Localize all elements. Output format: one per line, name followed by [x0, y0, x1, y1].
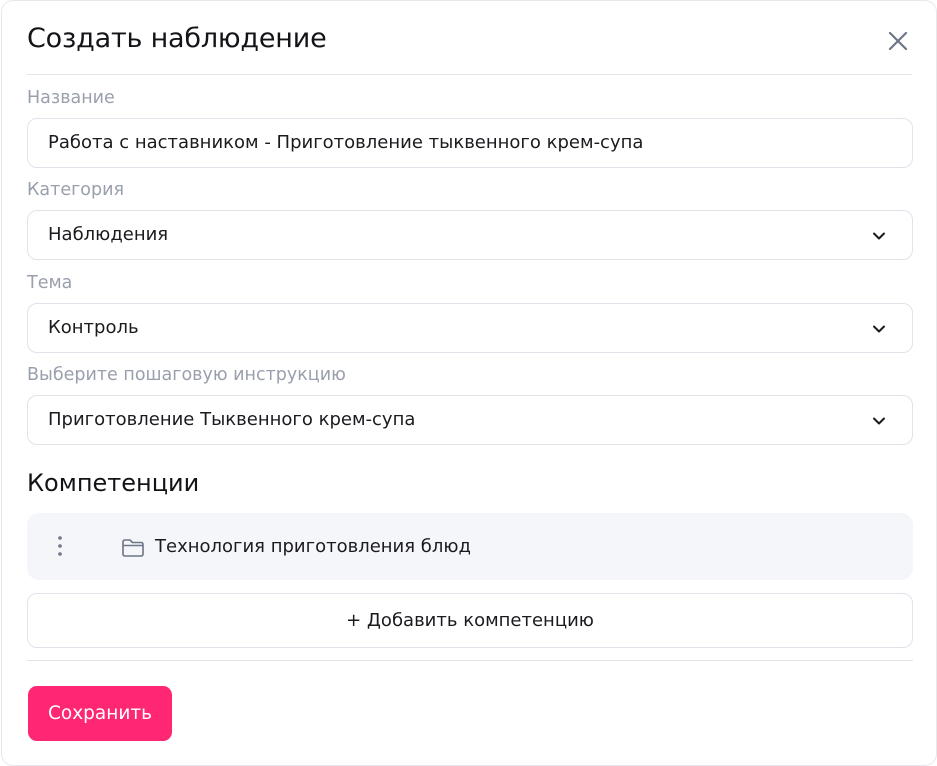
theme-select[interactable]: Контроль: [27, 303, 913, 353]
create-observation-dialog: Создать наблюдение Название Работа с нас…: [1, 0, 937, 766]
category-select-value: Наблюдения: [48, 224, 169, 245]
competency-label: Технология приготовления блюд: [155, 536, 471, 557]
chevron-down-icon: [873, 417, 885, 425]
competencies-title: Компетенции: [27, 469, 200, 497]
chevron-down-icon: [873, 232, 885, 240]
add-competency-button[interactable]: + Добавить компетенцию: [27, 593, 913, 648]
instruction-label: Выберите пошаговую инструкцию: [27, 365, 346, 385]
dialog-header: Создать наблюдение: [2, 1, 936, 75]
header-divider: [27, 74, 912, 75]
kebab-menu-icon[interactable]: [57, 535, 63, 557]
dialog-title: Создать наблюдение: [27, 23, 327, 54]
chevron-down-icon: [873, 325, 885, 333]
theme-select-value: Контроль: [48, 317, 139, 338]
close-button[interactable]: [884, 27, 912, 55]
save-button[interactable]: Сохранить: [28, 686, 172, 741]
folder-icon: [122, 539, 144, 557]
theme-label: Тема: [27, 273, 73, 293]
name-label: Название: [27, 88, 115, 108]
footer-divider: [27, 660, 913, 661]
close-icon: [888, 31, 908, 51]
name-field[interactable]: Работа с наставником - Приготовление тык…: [27, 118, 913, 168]
instruction-select[interactable]: Приготовление Тыквенного крем-супа: [27, 395, 913, 445]
category-select[interactable]: Наблюдения: [27, 210, 913, 260]
competency-item: Технология приготовления блюд: [27, 513, 913, 580]
name-field-value: Работа с наставником - Приготовление тык…: [48, 132, 644, 153]
instruction-select-value: Приготовление Тыквенного крем-супа: [48, 409, 416, 430]
category-label: Категория: [27, 180, 125, 200]
